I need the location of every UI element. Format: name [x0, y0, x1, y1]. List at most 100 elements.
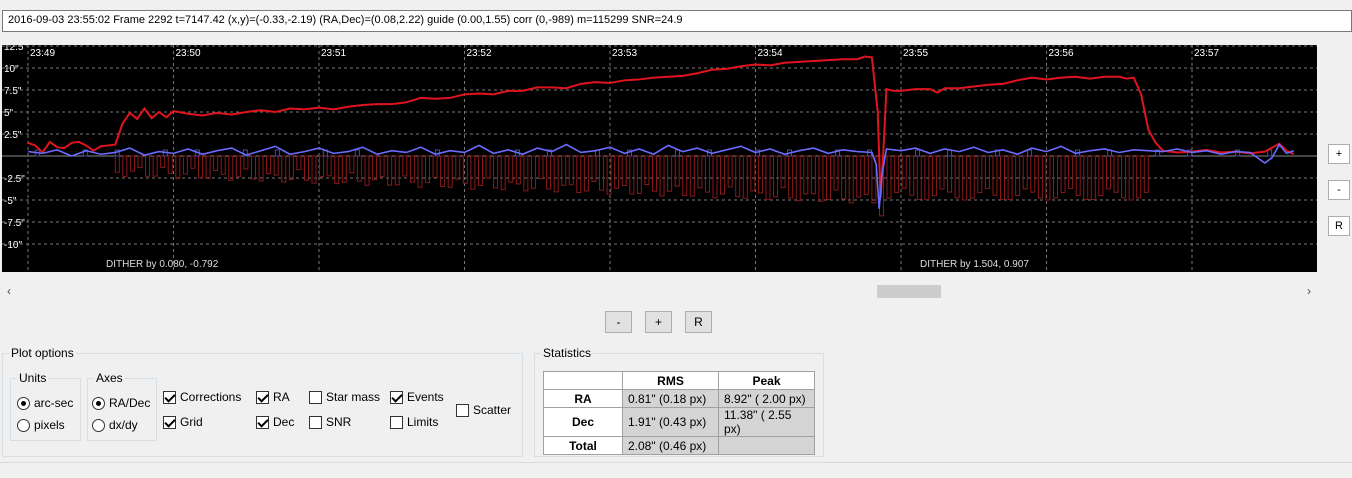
correction-bar	[160, 155, 166, 168]
zoom-out-vertical-button[interactable]: -	[1328, 180, 1350, 200]
checkbox-corrections[interactable]: Corrections	[163, 390, 241, 404]
correction-bar	[470, 155, 476, 190]
correction-bar	[296, 155, 302, 171]
checkbox-events[interactable]: Events	[390, 390, 444, 404]
radio-arc-sec-indicator[interactable]	[17, 396, 30, 410]
checkbox-ra-box[interactable]	[256, 390, 269, 404]
total-rms-cell: 2.08" (0.46 px)	[622, 436, 719, 455]
correction-bar	[379, 155, 385, 178]
axes-title: Axes	[96, 371, 123, 385]
checkbox-limits[interactable]: Limits	[390, 415, 438, 429]
ra-correction-bar	[1027, 149, 1033, 157]
ra-peak-cell: 8.92" ( 2.00 px)	[718, 389, 815, 408]
checkbox-corrections-box[interactable]	[163, 390, 176, 404]
checkbox-limits-box[interactable]	[390, 415, 403, 429]
zoom-out-button[interactable]: -	[605, 311, 632, 333]
correction-bar	[145, 155, 151, 177]
correction-bar	[447, 155, 453, 188]
checkbox-star-mass[interactable]: Star mass	[309, 390, 380, 404]
radio-ra-dec-indicator[interactable]	[92, 396, 105, 410]
total-peak-cell	[718, 436, 815, 455]
correction-bar	[826, 155, 832, 201]
checkbox-dec[interactable]: Dec	[256, 415, 294, 429]
checkbox-grid-box[interactable]	[163, 415, 176, 429]
correction-bar	[372, 155, 378, 181]
checkbox-events-box[interactable]	[390, 390, 403, 404]
radio-ra-dec[interactable]: RA/Dec	[92, 396, 150, 410]
correction-bar	[954, 155, 960, 199]
horizontal-scrollbar[interactable]: ‹ ›	[2, 283, 1317, 300]
radio-dx-dy[interactable]: dx/dy	[92, 418, 138, 432]
series-line-ra	[27, 55, 1295, 199]
correction-bar	[931, 155, 937, 197]
checkbox-snr-box[interactable]	[309, 415, 322, 429]
reset-vertical-button[interactable]: R	[1328, 216, 1350, 236]
checkbox-star-mass-box[interactable]	[309, 390, 322, 404]
correction-bar	[773, 155, 779, 198]
correction-bar	[788, 155, 794, 199]
correction-bar	[561, 155, 567, 186]
correction-bar	[190, 155, 196, 169]
rms-column-header: RMS	[622, 371, 719, 390]
series-line-dec	[27, 143, 1295, 209]
scroll-right-arrow-icon[interactable]: ›	[1302, 283, 1316, 300]
correction-bar	[1030, 155, 1036, 193]
y-tick-label: -10"	[4, 240, 22, 251]
correction-bar	[538, 155, 544, 180]
checkbox-scatter-box[interactable]	[456, 403, 469, 417]
correction-bar	[266, 155, 272, 175]
checkbox-snr[interactable]: SNR	[309, 415, 351, 429]
correction-bar	[493, 155, 499, 189]
plot-options-title: Plot options	[11, 346, 74, 360]
checkbox-snr-label: SNR	[326, 415, 352, 429]
correction-bar	[432, 155, 438, 178]
checkbox-ra[interactable]: RA	[256, 390, 290, 404]
dec-rms-cell: 1.91" (0.43 px)	[622, 407, 719, 437]
ra-correction-bar	[674, 149, 680, 157]
zoom-in-vertical-button[interactable]: +	[1328, 144, 1350, 164]
correction-bar	[697, 155, 703, 189]
scroll-left-arrow-icon[interactable]: ‹	[2, 283, 16, 300]
checkbox-scatter[interactable]: Scatter	[456, 403, 511, 417]
correction-bar	[349, 155, 355, 174]
radio-pixels[interactable]: pixels	[17, 418, 65, 432]
correction-bar	[750, 155, 756, 192]
reset-zoom-button[interactable]: R	[685, 311, 712, 333]
radio-pixels-indicator[interactable]	[17, 418, 30, 432]
zoom-in-button[interactable]: +	[645, 311, 672, 333]
checkbox-dec-box[interactable]	[256, 415, 269, 429]
correction-bar	[1000, 155, 1006, 200]
guide-graph[interactable]: 12.5" 10" 7.5" 5" 2.5" -2.5" -5" -7.5" -10" 23:49…	[2, 45, 1317, 272]
correction-bar	[848, 155, 854, 204]
correction-bar	[1022, 155, 1028, 190]
correction-bar	[175, 155, 181, 179]
scrollbar-thumb[interactable]	[877, 285, 941, 298]
correction-bar	[515, 155, 521, 185]
correction-bar	[720, 155, 726, 195]
correction-bar	[205, 155, 211, 180]
correction-bar	[583, 155, 589, 192]
radio-dx-dy-indicator[interactable]	[92, 418, 105, 432]
checkbox-scatter-label: Scatter	[473, 403, 512, 417]
radio-arc-sec[interactable]: arc-sec	[17, 396, 73, 410]
correction-bar	[326, 155, 332, 177]
correction-bar	[984, 155, 990, 189]
y-tick-label: 5"	[4, 108, 14, 119]
y-tick-label: 2.5"	[4, 130, 22, 141]
correction-bar	[682, 155, 688, 196]
checkbox-ra-label: RA	[273, 390, 290, 404]
correction-bar	[258, 155, 264, 182]
correction-bar	[704, 155, 710, 193]
ra-rms-cell: 0.81" (0.18 px)	[622, 389, 719, 408]
table-corner-cell	[543, 371, 623, 390]
correction-bar	[319, 155, 325, 178]
correction-bar	[1037, 155, 1043, 199]
x-tick-label: 23:55	[903, 48, 928, 59]
row-header-ra: RA	[543, 389, 623, 408]
x-tick-label: 23:53	[612, 48, 637, 59]
checkbox-grid[interactable]: Grid	[163, 415, 203, 429]
table-row: Total 2.08" (0.46 px)	[543, 436, 815, 455]
correction-bar	[818, 155, 824, 202]
correction-bar	[167, 155, 173, 174]
correction-bar	[621, 155, 627, 186]
